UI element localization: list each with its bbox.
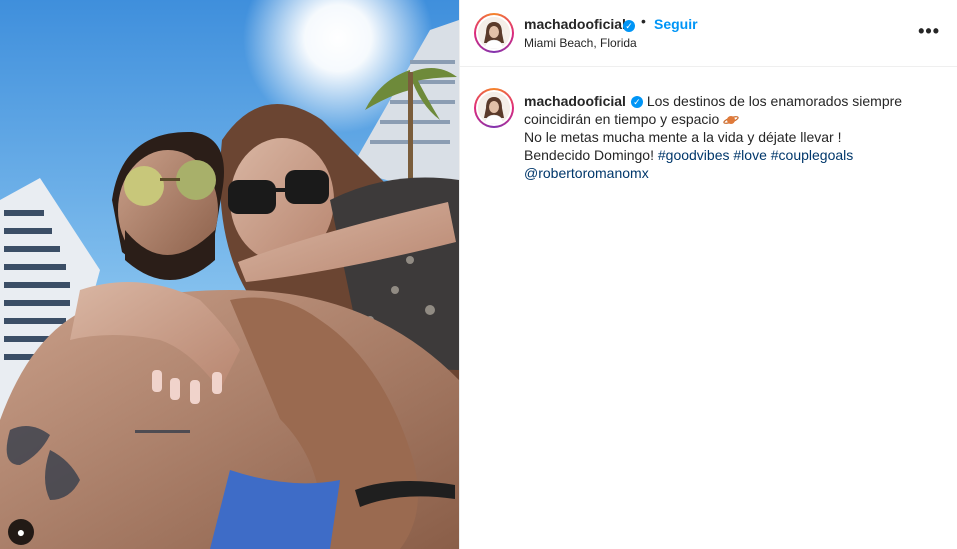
caption-line-2: No le metas mucha mente a la vida y déja… [524, 129, 842, 145]
author-avatar[interactable] [474, 13, 514, 53]
hashtag-link[interactable]: #couplegoals [771, 147, 854, 163]
post-location[interactable]: Miami Beach, Florida [524, 36, 637, 50]
post-photo[interactable]: ● [0, 0, 459, 549]
selfie-image [0, 0, 459, 549]
follow-button[interactable]: Seguir [654, 16, 698, 32]
caption-avatar[interactable] [474, 88, 514, 128]
verified-icon: ✓ [623, 19, 635, 32]
post-side-panel: machadooficial ✓ • Seguir Miami Beach, F… [459, 0, 957, 549]
author-username[interactable]: machadooficial [524, 16, 626, 32]
verified-icon: ✓ [630, 96, 643, 109]
hashtag-link[interactable]: #goodvibes [658, 147, 730, 163]
caption-text: machadooficial ✓ Los destinos de los enam… [524, 92, 944, 182]
verified-badge: ✓ [620, 17, 635, 35]
separator-dot: • [641, 13, 646, 29]
more-options-icon[interactable]: ••• [918, 22, 940, 40]
post-header: machadooficial ✓ • Seguir Miami Beach, F… [460, 0, 957, 67]
caption-username[interactable]: machadooficial [524, 93, 626, 109]
avatar-image [478, 92, 510, 124]
mention-link[interactable]: @robertoromanomx [524, 165, 649, 181]
media-indicator-icon[interactable]: ● [8, 519, 34, 545]
caption-line-3: Bendecido Domingo! [524, 147, 654, 163]
hashtag-link[interactable]: #love [733, 147, 766, 163]
instagram-post: ● machadooficial ✓ • Seguir Miami Beach,… [0, 0, 957, 549]
avatar-image [478, 17, 510, 49]
planet-emoji-icon [723, 116, 739, 125]
